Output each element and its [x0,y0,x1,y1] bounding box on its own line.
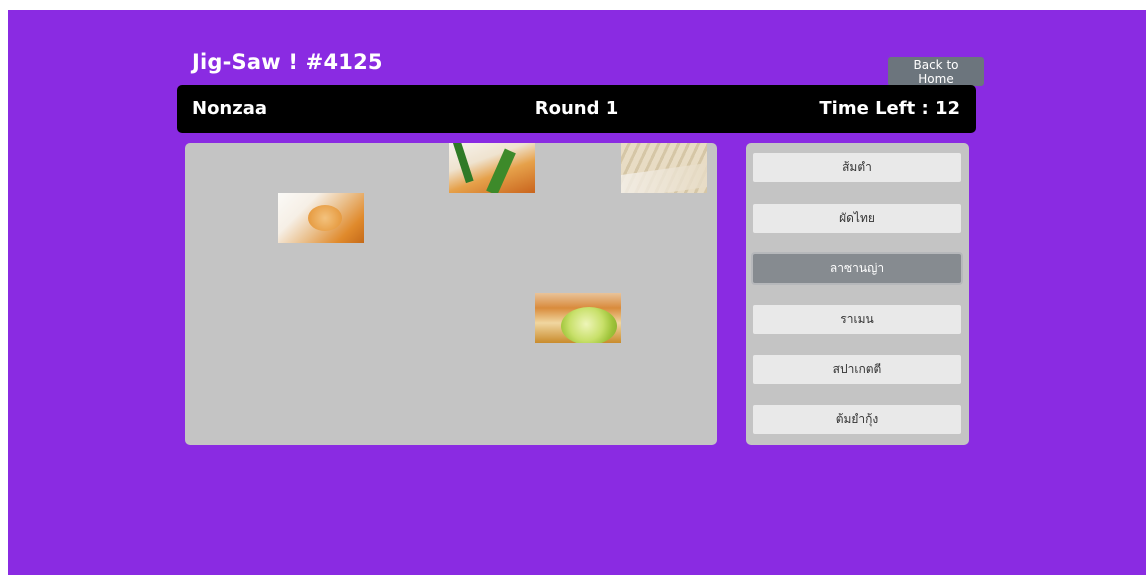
puzzle-piece[interactable] [449,143,535,193]
page-title: Jig-Saw ! #4125 [192,50,383,74]
back-to-home-button[interactable]: Back to Home [888,57,984,86]
choice-button-tomyumgoong[interactable]: ต้มยำกุ้ง [753,405,961,434]
choice-button-lasagna[interactable]: ลาซานญ่า [753,254,961,283]
choice-button-padthai[interactable]: ผัดไทย [753,204,961,233]
puzzle-board [185,143,717,445]
time-left-value: 12 [934,98,960,119]
choice-button-somtam[interactable]: ส้มตำ [753,153,961,182]
time-left-label: Time Left [819,98,935,119]
choice-button-spaghetti[interactable]: สปาเกตตี [753,355,961,384]
puzzle-piece[interactable] [621,143,707,193]
status-bar: Nonzaa Round 1 Time Left12 [177,85,976,133]
answer-choices-panel: ส้มตำ ผัดไทย ลาซานญ่า ราเมน สปาเกตตี ต้ม… [746,143,969,445]
time-left: Time Left12 [819,98,960,119]
choice-button-ramen[interactable]: ราเมน [753,305,961,334]
puzzle-piece[interactable] [535,293,621,343]
puzzle-piece[interactable] [278,193,364,243]
